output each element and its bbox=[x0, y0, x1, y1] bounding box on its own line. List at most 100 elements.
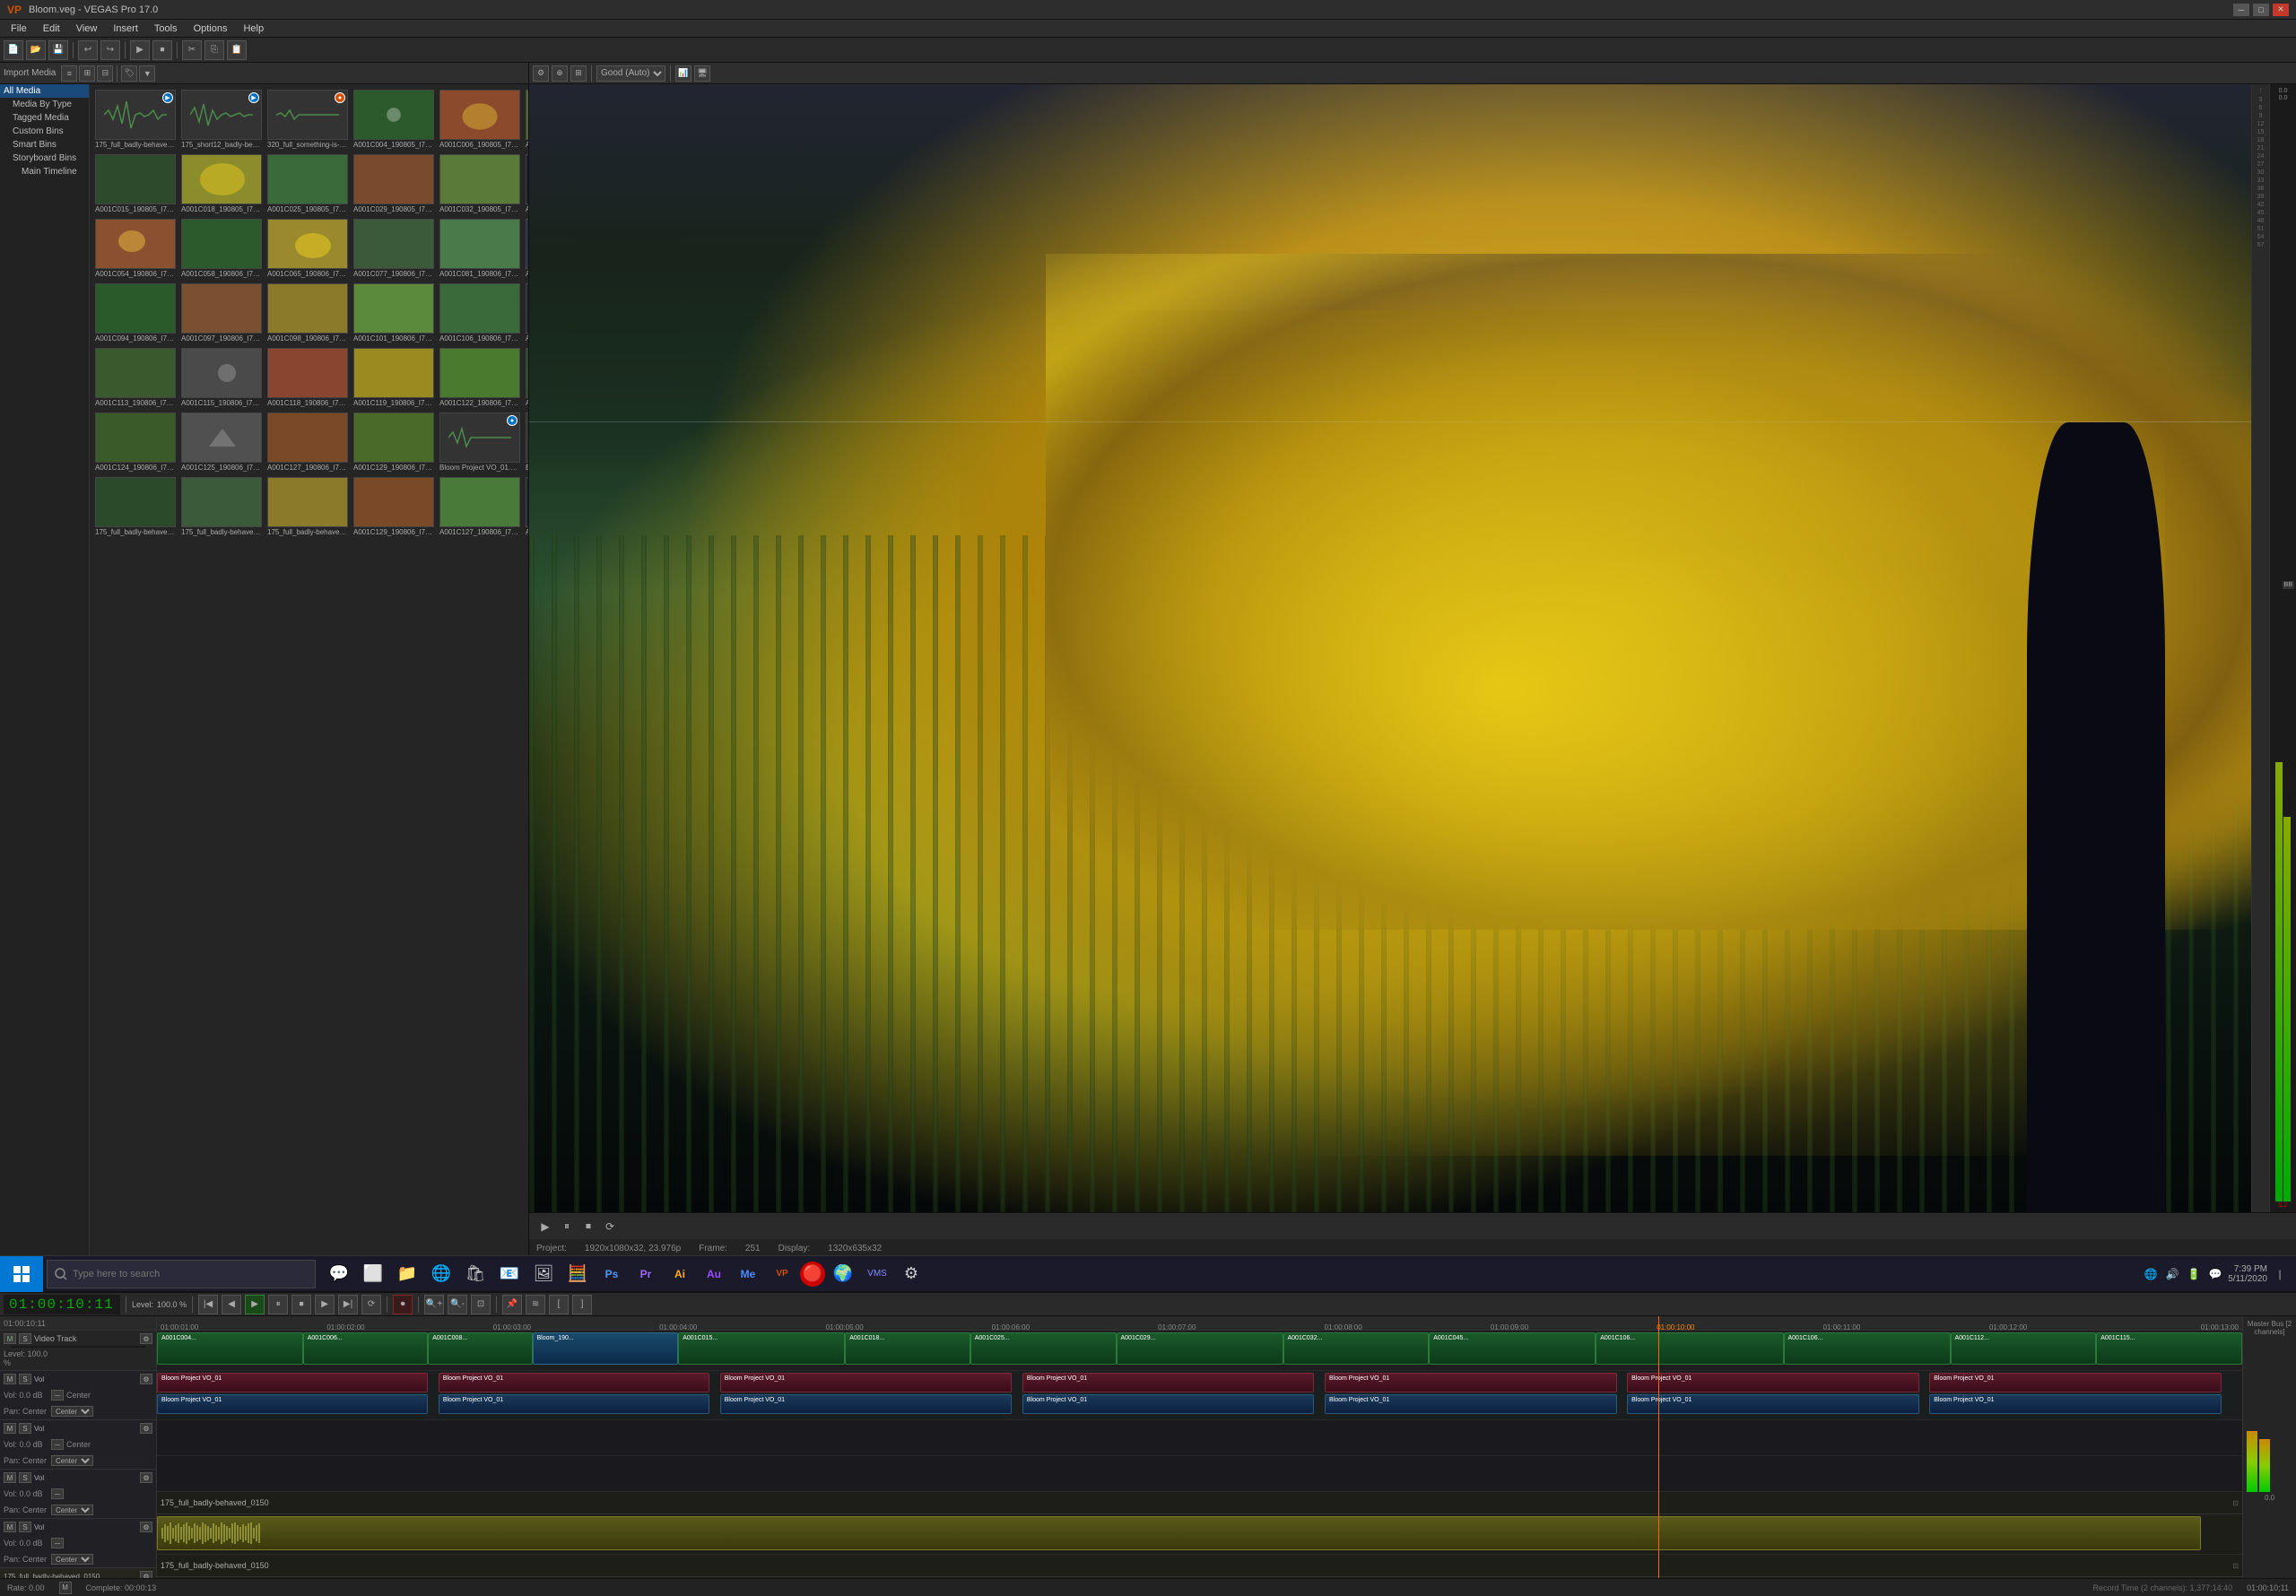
audio-clip-vo-2b[interactable]: Bloom Project VO_01 bbox=[439, 1394, 709, 1414]
media-thumb-v13[interactable]: A001C077_190806_I737.MOV bbox=[352, 217, 436, 280]
audio-clip-vo-4b[interactable]: Bloom Project VO_01 bbox=[1022, 1394, 1315, 1414]
tl-stop[interactable]: ⏹ bbox=[291, 1295, 311, 1314]
sys-tray-show-desktop[interactable]: | bbox=[2271, 1265, 2289, 1283]
redo-btn[interactable]: ↪ bbox=[100, 40, 120, 60]
tree-item-smart-bins[interactable]: Smart Bins bbox=[0, 138, 89, 152]
media-filter-btn[interactable]: ▼ bbox=[139, 65, 155, 82]
media-thumb-v10[interactable]: A001C054_190806_I737.MOV bbox=[93, 217, 178, 280]
media-thumb-final-3[interactable]: 175_full_badly-behaved_0150 bbox=[265, 475, 350, 538]
media-thumb-final-6[interactable]: A001C125_190806_I737.MOV bbox=[524, 475, 528, 538]
taskbar-icon-calc[interactable]: 🧮 bbox=[561, 1258, 594, 1290]
maximize-button[interactable]: □ bbox=[2253, 4, 2269, 16]
media-thumb-v8[interactable]: A001C032_190805_I737.MOV bbox=[438, 152, 522, 215]
media-thumb-a-bloom[interactable]: ● Bloom Project VO_01.wav bbox=[438, 411, 522, 473]
sys-tray-action[interactable]: 💬 bbox=[2206, 1265, 2224, 1283]
tl-snap[interactable]: 📌 bbox=[502, 1295, 522, 1314]
audio-4-settings[interactable]: ⚙ bbox=[140, 1522, 152, 1532]
search-input[interactable] bbox=[73, 1269, 308, 1279]
taskbar-icon-mail[interactable]: 📧 bbox=[493, 1258, 526, 1290]
media-thumb-v30[interactable]: A001C127_190806_I737.MOV bbox=[265, 411, 350, 473]
tl-zoom-fit[interactable]: ⊡ bbox=[471, 1295, 491, 1314]
menu-options[interactable]: Options bbox=[187, 22, 235, 36]
media-view-btn-1[interactable]: ≡ bbox=[61, 65, 77, 82]
music-track-settings[interactable]: ⚙ bbox=[140, 1571, 152, 1578]
media-thumb-v24[interactable]: A001C118_190806_I737.MOV bbox=[265, 346, 350, 409]
video-track-solo[interactable]: S bbox=[19, 1333, 31, 1344]
media-tag-btn[interactable]: 🏷 bbox=[121, 65, 137, 82]
video-clip-7[interactable]: A001C025... bbox=[970, 1332, 1117, 1365]
tl-pause[interactable]: ⏸ bbox=[268, 1295, 288, 1314]
tl-go-start[interactable]: |◀ bbox=[198, 1295, 218, 1314]
video-clip-9[interactable]: A001C032... bbox=[1283, 1332, 1430, 1365]
media-thumb-audio-2[interactable]: ▶ 175_short12_badly-behaved_0032.wav bbox=[179, 88, 264, 151]
preview-zoom-btn[interactable]: ⊕ bbox=[552, 65, 568, 82]
video-clip-8[interactable]: A001C029... bbox=[1117, 1332, 1283, 1365]
media-view-btn-3[interactable]: ⊟ bbox=[97, 65, 113, 82]
taskbar-icon-photos[interactable]: 🖼 bbox=[527, 1258, 560, 1290]
tree-item-custom-bins[interactable]: Custom Bins bbox=[0, 125, 89, 138]
video-clip-13[interactable]: A001C112... bbox=[1951, 1332, 2097, 1365]
audio-clip-vo-1b[interactable]: Bloom Project VO_01 bbox=[157, 1394, 428, 1414]
audio-2-mute[interactable]: M bbox=[4, 1423, 16, 1434]
media-thumb-final-2[interactable]: 175_full_badly-behaved_0150 bbox=[179, 475, 264, 538]
video-clip-10[interactable]: A001C045... bbox=[1429, 1332, 1596, 1365]
tree-item-storyboard[interactable]: Storyboard Bins bbox=[0, 152, 89, 165]
video-clip-4[interactable]: Bloom_190... bbox=[533, 1332, 679, 1365]
audio-clip-vo-6[interactable]: Bloom Project VO_01 bbox=[1627, 1373, 1919, 1392]
audio-4-solo[interactable]: S bbox=[19, 1522, 31, 1532]
audio-3-solo[interactable]: S bbox=[19, 1472, 31, 1483]
tl-play[interactable]: ▶ bbox=[245, 1295, 265, 1314]
tree-item-tagged[interactable]: Tagged Media bbox=[0, 111, 89, 125]
search-bar[interactable] bbox=[47, 1260, 316, 1288]
media-thumb-v6[interactable]: A001C025_190805_I737.MOV bbox=[265, 152, 350, 215]
media-thumb-v18[interactable]: A001C098_190806_I737.MOV bbox=[265, 282, 350, 344]
quality-select[interactable]: Good (Auto) Best Draft bbox=[596, 65, 665, 82]
media-thumb-v3[interactable]: A001C012_190805_I737.MOV bbox=[524, 88, 528, 151]
media-thumb-v7[interactable]: A001C029_190805_I737.MOV bbox=[352, 152, 436, 215]
taskbar-icon-vegas[interactable]: VP bbox=[766, 1258, 798, 1290]
video-track-settings[interactable]: ⚙ bbox=[140, 1333, 152, 1344]
tl-zoom-in[interactable]: 🔍+ bbox=[424, 1295, 444, 1314]
open-btn[interactable]: 📂 bbox=[26, 40, 46, 60]
video-clip-1[interactable]: A001C004... bbox=[157, 1332, 303, 1365]
menu-insert[interactable]: Insert bbox=[106, 22, 145, 36]
tl-go-end[interactable]: ▶| bbox=[338, 1295, 358, 1314]
media-thumb-v27[interactable]: A001C123_190806_I737.MOV bbox=[524, 346, 528, 409]
audio-2-pan-select[interactable]: Center bbox=[51, 1455, 93, 1466]
media-thumb-v21[interactable]: A001C112_190806_I737.MOV bbox=[524, 282, 528, 344]
video-clip-14[interactable]: A001C115... bbox=[2096, 1332, 2242, 1365]
video-track-mute[interactable]: M bbox=[4, 1333, 16, 1344]
new-btn[interactable]: 📄 bbox=[4, 40, 23, 60]
video-clip-5[interactable]: A001C015... bbox=[678, 1332, 845, 1365]
audio-3-vol-btn[interactable]: ─ bbox=[51, 1488, 64, 1499]
audio-1-solo[interactable]: S bbox=[19, 1374, 31, 1384]
tree-item-all-media[interactable]: All Media bbox=[0, 84, 89, 98]
video-clip-11[interactable]: A001C106... bbox=[1596, 1332, 1783, 1365]
media-thumb-v23[interactable]: A001C115_190806_I737.MOV bbox=[179, 346, 264, 409]
media-thumb-v22[interactable]: A001C113_190806_I737.MOV bbox=[93, 346, 178, 409]
media-thumb-v28[interactable]: A001C124_190806_I737.MOV bbox=[93, 411, 178, 473]
tl-ripple[interactable]: ≋ bbox=[526, 1295, 545, 1314]
mute-btn[interactable]: M bbox=[59, 1582, 72, 1594]
preview-settings-btn[interactable]: ⚙ bbox=[533, 65, 549, 82]
audio-clip-vo-7[interactable]: Bloom Project VO_01 bbox=[1929, 1373, 2222, 1392]
menu-file[interactable]: File bbox=[4, 22, 34, 36]
media-thumb-v25[interactable]: A001C119_190806_I737.MOV bbox=[352, 346, 436, 409]
media-thumb-v5[interactable]: A001C018_190805_I737.MOV bbox=[179, 152, 264, 215]
tl-next-frame[interactable]: ▶ bbox=[315, 1295, 335, 1314]
stop-btn[interactable]: ⏹ bbox=[152, 40, 172, 60]
audio-3-settings[interactable]: ⚙ bbox=[140, 1472, 152, 1483]
render-btn[interactable]: ▶ bbox=[130, 40, 150, 60]
taskbar-icon-cortana[interactable]: 💬 bbox=[323, 1258, 355, 1290]
audio-clip-vo-5[interactable]: Bloom Project VO_01 bbox=[1325, 1373, 1617, 1392]
copy-btn[interactable]: ⎘ bbox=[204, 40, 224, 60]
preview-play-btn[interactable]: ▶ bbox=[536, 1218, 554, 1236]
sys-tray-volume[interactable]: 🔊 bbox=[2163, 1265, 2181, 1283]
audio-4-mute[interactable]: M bbox=[4, 1522, 16, 1532]
tl-mark-out[interactable]: ] bbox=[572, 1295, 592, 1314]
media-view-btn-2[interactable]: ⊞ bbox=[79, 65, 95, 82]
audio-1-pan-select[interactable]: Center bbox=[51, 1406, 93, 1417]
taskbar-icon-taskview[interactable]: ⬜ bbox=[357, 1258, 389, 1290]
preview-output-btn[interactable]: 🖥 bbox=[694, 65, 710, 82]
media-thumb-audio-3[interactable]: ● 320_full_something-is-fixing_0165.wav bbox=[265, 88, 350, 151]
